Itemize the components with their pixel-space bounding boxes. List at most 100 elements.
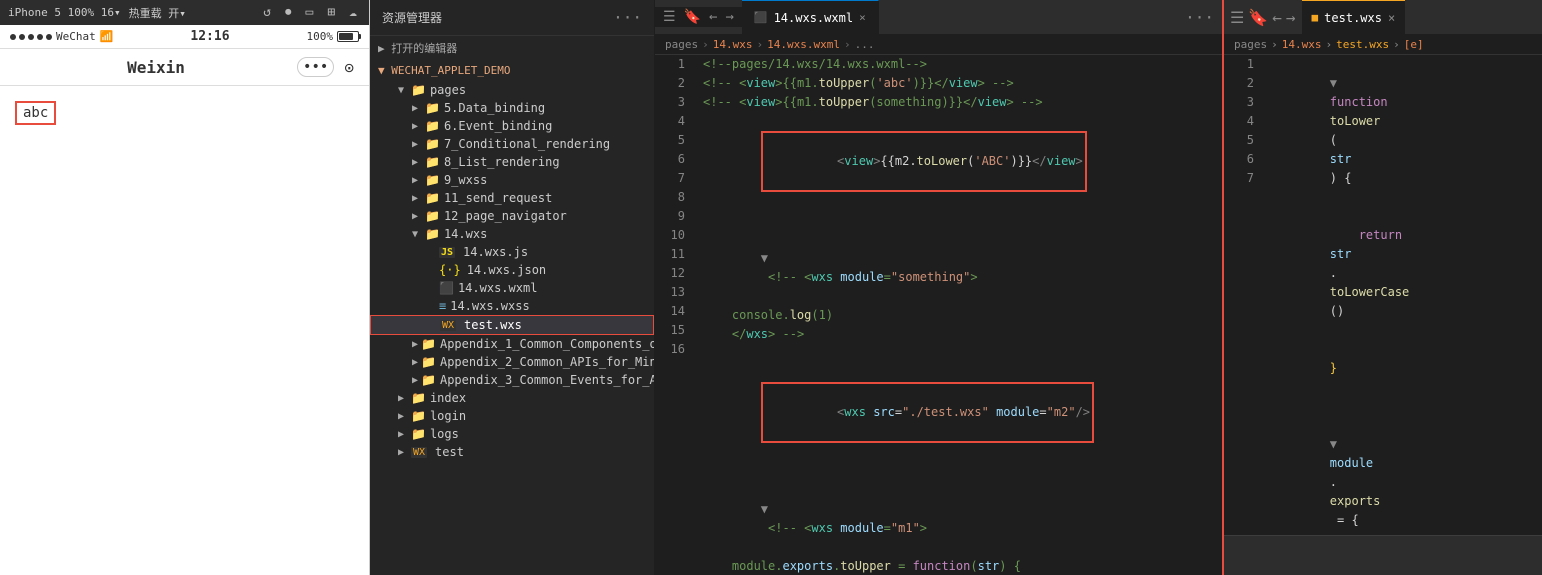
tree-folder-9wxss[interactable]: ▶ 📁 9_wxss bbox=[370, 171, 654, 189]
right-code-line-1: ▼ function toLower ( str ) { bbox=[1272, 55, 1532, 207]
fn-toLower: toLower bbox=[1330, 114, 1381, 128]
comment-7: console.log(1) bbox=[703, 308, 833, 322]
tree-folder-logs[interactable]: ▶ 📁 logs bbox=[370, 425, 654, 443]
record-icon[interactable]: ⏺ bbox=[281, 3, 296, 22]
right-bookmark-icon[interactable]: 🔖 bbox=[1248, 8, 1268, 27]
phone-nav-title: Weixin bbox=[127, 58, 185, 77]
right-tab-close-icon[interactable]: × bbox=[1388, 11, 1395, 25]
tree-file-14json[interactable]: {·} 14.wxs.json bbox=[370, 261, 654, 279]
11send-label: 11_send_request bbox=[444, 191, 552, 205]
main-code-area[interactable]: 12345 678910 111213141516 <!--pages/14.w… bbox=[655, 55, 1222, 575]
tree-folder-pages[interactable]: ▼ 📁 pages bbox=[370, 81, 654, 99]
tree-folder-test[interactable]: ▶ WX test bbox=[370, 443, 654, 461]
tree-file-14wxml[interactable]: ⬛ 14.wxs.wxml bbox=[370, 279, 654, 297]
forward-nav-icon[interactable]: → bbox=[725, 9, 733, 25]
right-breadcrumb-sep2: › bbox=[1326, 38, 1333, 51]
tree-folder-6event[interactable]: ▶ 📁 6.Event_binding bbox=[370, 117, 654, 135]
code-line-13: module.exports.toUpper = function(str) { bbox=[703, 557, 1212, 575]
arrow-down-12: ▼ bbox=[761, 502, 768, 516]
breadcrumb-sep3: › bbox=[844, 38, 851, 51]
comment-1: <!--pages/14.wxs/14.wxs.wxml--> bbox=[703, 57, 927, 71]
appendix3-arrow-icon: ▶ bbox=[412, 375, 418, 386]
code-line-4: <view>{{m2.toLower('ABC')}}</view> bbox=[703, 112, 1212, 211]
tree-file-14wxss[interactable]: ≡ 14.wxs.wxss bbox=[370, 297, 654, 315]
var-str: str bbox=[1330, 247, 1352, 261]
phone-status-bar: WeChat 📶 12:16 100% bbox=[0, 25, 369, 49]
right-tab-testwxs[interactable]: ■ test.wxs × bbox=[1302, 0, 1406, 34]
5data-arrow-icon: ▶ bbox=[412, 103, 422, 114]
pages-label: pages bbox=[430, 83, 466, 97]
12page-arrow-icon: ▶ bbox=[412, 211, 422, 222]
bookmark-icon[interactable]: 🔖 bbox=[684, 9, 701, 25]
right-forward-icon[interactable]: → bbox=[1286, 8, 1296, 27]
nav-record-icon[interactable]: ⊙ bbox=[344, 58, 354, 77]
phone-status-left: WeChat 📶 bbox=[10, 30, 113, 43]
12page-label: 12_page_navigator bbox=[444, 209, 567, 223]
tree-folder-index[interactable]: ▶ 📁 index bbox=[370, 389, 654, 407]
14wxs-folder-icon: 📁 bbox=[425, 227, 440, 241]
comment-12: <!-- <wxs module="m1"> bbox=[761, 521, 927, 535]
phone-status-right: 100% bbox=[307, 30, 360, 43]
phone-panel: iPhone 5 100% 16▾ 热重载 开▾ ↺ ⏺ ▭ ⊞ ☁ WeCha… bbox=[0, 0, 370, 575]
toggle-sidebar-icon[interactable]: ☰ bbox=[663, 9, 676, 25]
project-name-label: ▼ WECHAT_APPLET_DEMO bbox=[378, 64, 510, 77]
highlight-box-line4: <view>{{m2.toLower('ABC')}}</view> bbox=[761, 131, 1087, 192]
14wxml-tab-close-icon[interactable]: × bbox=[859, 11, 866, 24]
phone-screen: WeChat 📶 12:16 100% Weixin ••• ⊙ abc bbox=[0, 25, 369, 575]
toolbar-left: iPhone 5 100% 16▾ 热重载 开▾ bbox=[8, 5, 186, 21]
sidebar-more-icon[interactable]: ··· bbox=[613, 8, 642, 27]
right-back-icon[interactable]: ← bbox=[1272, 8, 1282, 27]
file-explorer-sidebar: 资源管理器 ··· ▶ 打开的编辑器 ▼ WECHAT_APPLET_DEMO … bbox=[370, 0, 655, 575]
main-editor: ☰ 🔖 ← → ⬛ 14.wxs.wxml × ··· pages › 14.w… bbox=[655, 0, 1222, 575]
right-panel-toolbar-icons: ☰ 🔖 ← → bbox=[1224, 8, 1302, 27]
7cond-folder-icon: 📁 bbox=[425, 137, 440, 151]
test-arrow-icon: ▶ bbox=[398, 447, 408, 458]
split-icon[interactable]: ⊞ bbox=[323, 3, 339, 22]
appendix3-folder-icon: 📁 bbox=[421, 373, 436, 387]
assign-eq: = { bbox=[1330, 513, 1359, 527]
hot-reload-label[interactable]: 热重载 开▾ bbox=[129, 5, 186, 21]
tree-folder-7cond[interactable]: ▶ 📁 7_Conditional_rendering bbox=[370, 135, 654, 153]
7cond-label: 7_Conditional_rendering bbox=[444, 137, 610, 151]
tree-folder-login[interactable]: ▶ 📁 login bbox=[370, 407, 654, 425]
right-breadcrumb-sep3: › bbox=[1393, 38, 1400, 51]
tree-folder-11send[interactable]: ▶ 📁 11_send_request bbox=[370, 189, 654, 207]
undo-icon[interactable]: ↺ bbox=[259, 3, 275, 22]
main-tab-14wxml[interactable]: ⬛ 14.wxs.wxml × bbox=[742, 0, 879, 34]
right-code-area[interactable]: 1234567 ▼ function toLower ( str ) { ret… bbox=[1224, 55, 1542, 535]
9wxss-folder-icon: 📁 bbox=[425, 173, 440, 187]
paren-open: ( bbox=[1330, 133, 1337, 147]
right-toggle-icon[interactable]: ☰ bbox=[1230, 8, 1244, 27]
project-root-section[interactable]: ▼ WECHAT_APPLET_DEMO bbox=[370, 60, 654, 81]
tree-folder-14wxs[interactable]: ▼ 📁 14.wxs bbox=[370, 225, 654, 243]
tree-file-testwxs[interactable]: WX test.wxs bbox=[370, 315, 654, 335]
tree-folder-8list[interactable]: ▶ 📁 8_List_rendering bbox=[370, 153, 654, 171]
nav-dots-icon[interactable]: ••• bbox=[297, 57, 334, 77]
code-line-1: <!--pages/14.wxs/14.wxs.wxml--> bbox=[703, 55, 1212, 74]
phone-toolbar: iPhone 5 100% 16▾ 热重载 开▾ ↺ ⏺ ▭ ⊞ ☁ bbox=[0, 0, 369, 25]
right-breadcrumb-end: [e] bbox=[1404, 38, 1424, 51]
right-code-line-3: } bbox=[1272, 340, 1532, 397]
tree-folder-12page[interactable]: ▶ 📁 12_page_navigator bbox=[370, 207, 654, 225]
9wxss-arrow-icon: ▶ bbox=[412, 175, 422, 186]
open-editors-section[interactable]: ▶ 打开的编辑器 bbox=[370, 36, 654, 60]
back-nav-icon[interactable]: ← bbox=[709, 9, 717, 25]
method-toLowerCase: toLowerCase bbox=[1330, 285, 1409, 299]
tab-more-icon[interactable]: ··· bbox=[1177, 8, 1222, 27]
cloud-icon[interactable]: ☁ bbox=[345, 3, 361, 22]
exports-word: exports bbox=[1330, 494, 1381, 508]
tree-file-14js[interactable]: JS 14.wxs.js bbox=[370, 243, 654, 261]
tree-folder-appendix1[interactable]: ▶ 📁 Appendix_1_Common_Components_of_... bbox=[370, 335, 654, 353]
14wxs-label: 14.wxs bbox=[444, 227, 487, 241]
8list-label: 8_List_rendering bbox=[444, 155, 560, 169]
appendix1-arrow-icon: ▶ bbox=[412, 339, 418, 350]
right-code-lines: ▼ function toLower ( str ) { return str … bbox=[1262, 55, 1542, 535]
tree-folder-appendix3[interactable]: ▶ 📁 Appendix_3_Common_Events_for_Apple..… bbox=[370, 371, 654, 389]
tree-folder-5data[interactable]: ▶ 📁 5.Data_binding bbox=[370, 99, 654, 117]
device-label: iPhone 5 100% 16▾ bbox=[8, 6, 121, 19]
file-tree: ▼ 📁 pages ▶ 📁 5.Data_binding ▶ 📁 6.Event… bbox=[370, 81, 654, 575]
dot-1: . bbox=[1330, 266, 1337, 280]
device-icon[interactable]: ▭ bbox=[302, 3, 318, 22]
tree-folder-appendix2[interactable]: ▶ 📁 Appendix_2_Common_APIs_for_Mini_Pr..… bbox=[370, 353, 654, 371]
index-arrow-icon: ▶ bbox=[398, 393, 408, 404]
